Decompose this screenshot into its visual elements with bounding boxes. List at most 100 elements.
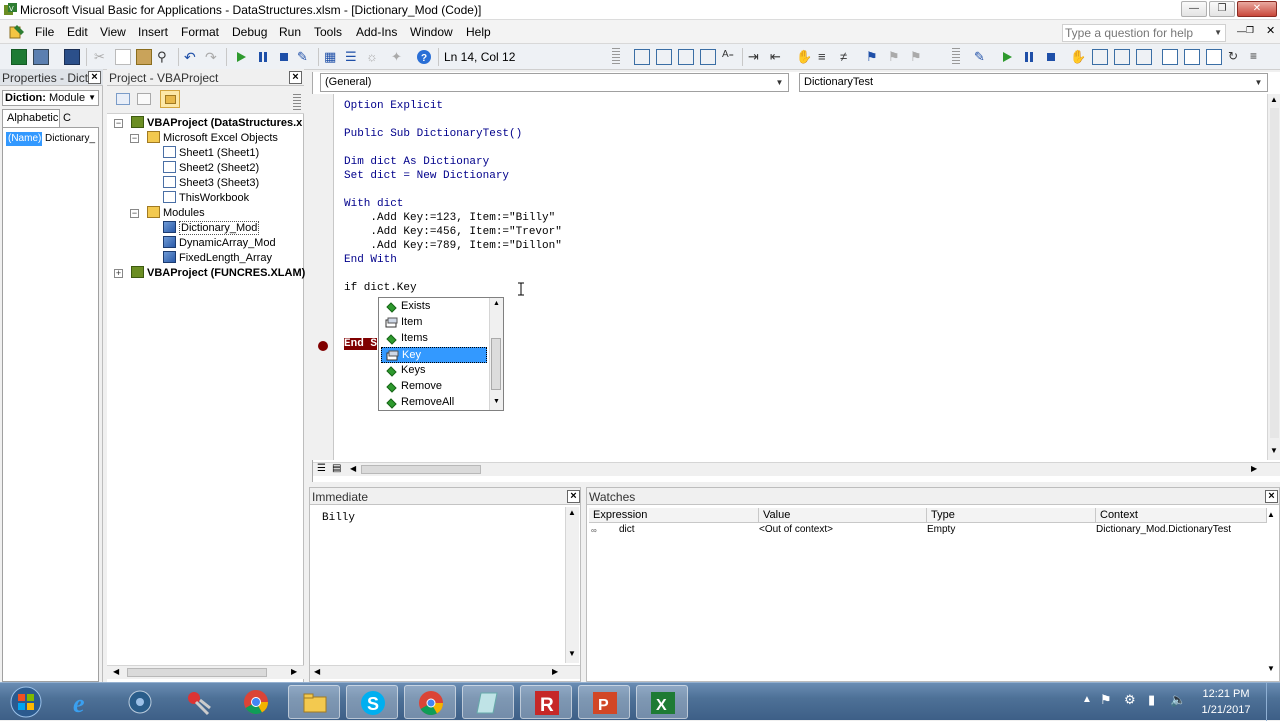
clock-time[interactable]: 12:21 PM	[1196, 688, 1256, 700]
taskbar-powerpoint[interactable]: P	[578, 685, 630, 719]
scroll-down-icon[interactable]: ▼	[568, 649, 576, 658]
autocomplete-item[interactable]: RemoveAll	[381, 395, 487, 411]
quick-watch-icon[interactable]: ↻	[1228, 49, 1244, 65]
insert-userform-icon[interactable]	[33, 49, 49, 65]
scroll-right-icon[interactable]: ▶	[1251, 464, 1257, 473]
toggle-bookmark-icon[interactable]: ⚑	[866, 49, 882, 65]
debug-reset-icon[interactable]	[1043, 49, 1059, 65]
tree-toggle-icon[interactable]: −	[130, 209, 139, 218]
help-icon[interactable]: ?	[416, 49, 432, 65]
tab-categorized[interactable]: C	[60, 111, 72, 127]
parameter-info-icon[interactable]	[700, 49, 716, 65]
toggle-folders-icon[interactable]	[160, 90, 180, 108]
minimize-button[interactable]: —	[1181, 1, 1207, 17]
scroll-up-icon[interactable]: ▲	[1270, 95, 1278, 104]
battery-icon[interactable]: ▮	[1148, 692, 1155, 708]
taskbar-explorer[interactable]	[288, 685, 340, 719]
tab-alphabetic[interactable]: Alphabetic	[2, 109, 60, 127]
properties-object-select[interactable]: Diction: Module ▼	[2, 90, 99, 106]
full-module-view-icon[interactable]: ▤	[332, 463, 341, 474]
tree-item[interactable]: Sheet3 (Sheet3)	[163, 176, 259, 191]
taskbar-app[interactable]	[462, 685, 514, 719]
scroll-left-icon[interactable]: ◀	[350, 464, 356, 473]
volume-icon[interactable]: 🔈	[1170, 692, 1186, 708]
menu-view[interactable]: View	[100, 25, 126, 39]
procedure-combo[interactable]: DictionaryTest ▼	[799, 73, 1268, 92]
immediate-window-icon[interactable]	[1184, 49, 1200, 65]
code-line[interactable]: Set dict = New Dictionary	[344, 170, 509, 182]
autocomplete-item[interactable]: Items	[381, 331, 487, 347]
break-icon[interactable]	[255, 49, 271, 65]
code-horizontal-scrollbar[interactable]: ☰ ▤ ◀ ▶	[313, 462, 1280, 476]
watch-window-icon[interactable]	[1206, 49, 1222, 65]
autocomplete-scroll-thumb[interactable]	[491, 338, 501, 390]
menu-format[interactable]: Format	[181, 25, 219, 39]
code-margin[interactable]	[312, 94, 334, 460]
code-line[interactable]: Option Explicit	[344, 100, 443, 112]
project-explorer-icon[interactable]: ▦	[324, 49, 340, 65]
show-hidden-icons-icon[interactable]: ▲	[1082, 694, 1092, 705]
step-out-icon[interactable]	[1136, 49, 1152, 65]
menu-help[interactable]: Help	[466, 25, 491, 39]
scroll-left-icon[interactable]: ◀	[113, 667, 119, 676]
list-constants-icon[interactable]	[656, 49, 672, 65]
mdi-minimize-button[interactable]: —	[1237, 26, 1246, 36]
column-header-value[interactable]: Value	[759, 508, 927, 523]
menu-insert[interactable]: Insert	[138, 25, 168, 39]
immediate-output[interactable]: Billy	[322, 512, 355, 524]
vba-menu-icon[interactable]	[8, 23, 26, 41]
locals-window-icon[interactable]	[1162, 49, 1178, 65]
menu-edit[interactable]: Edit	[67, 25, 88, 39]
scroll-down-icon[interactable]: ▼	[493, 398, 500, 405]
help-dropdown-icon[interactable]: ▼	[1214, 28, 1222, 37]
undo-icon[interactable]: ↶	[184, 49, 200, 65]
tree-item[interactable]: Sheet2 (Sheet2)	[163, 161, 259, 176]
taskbar-ie[interactable]: e	[58, 685, 110, 719]
breakpoint-code-line[interactable]: End S	[344, 338, 378, 350]
toolbar-grip-2[interactable]	[952, 48, 960, 66]
immediate-horizontal-scrollbar[interactable]: ◀ ▶	[310, 665, 580, 679]
toolbar-grip[interactable]	[612, 48, 620, 66]
menu-file[interactable]: File	[35, 25, 54, 39]
code-line[interactable]: .Add Key:=456, Item:="Trevor"	[344, 226, 561, 238]
property-value-cell[interactable]: Dictionary_	[43, 132, 97, 146]
property-name-cell[interactable]: (Name)	[6, 132, 42, 146]
immediate-close-button[interactable]: ×	[567, 490, 580, 503]
scroll-up-icon[interactable]: ▲	[493, 300, 500, 307]
call-stack-icon[interactable]: ≡	[1250, 49, 1266, 65]
menu-run[interactable]: Run	[279, 25, 301, 39]
step-into-icon[interactable]	[1092, 49, 1108, 65]
run-icon[interactable]	[233, 49, 249, 65]
menu-add-ins[interactable]: Add-Ins	[356, 25, 397, 39]
menu-window[interactable]: Window	[410, 25, 453, 39]
start-button-icon[interactable]	[6, 685, 46, 719]
view-code-icon[interactable]	[116, 93, 130, 105]
debug-run-icon[interactable]	[999, 49, 1015, 65]
scroll-down-icon[interactable]: ▼	[1270, 446, 1278, 455]
tree-item[interactable]: Sheet1 (Sheet1)	[163, 146, 259, 161]
tree-item[interactable]: VBAProject (FUNCRES.XLAM)	[131, 266, 305, 281]
help-search-input[interactable]: Type a question for help ▼	[1062, 24, 1226, 42]
settings-gear-icon[interactable]: ⚙	[1124, 692, 1136, 708]
outdent-icon[interactable]: ⇤	[770, 49, 786, 65]
project-pane-grip[interactable]	[293, 94, 301, 112]
taskbar-r-app[interactable]: R	[520, 685, 572, 719]
mdi-restore-button[interactable]: ❐	[1246, 25, 1254, 36]
save-icon[interactable]	[64, 49, 80, 65]
reset-icon[interactable]	[276, 49, 292, 65]
code-line[interactable]: .Add Key:=789, Item:="Dillon"	[344, 240, 561, 252]
tree-item[interactable]: Dictionary_Mod	[163, 221, 260, 236]
quick-info-icon[interactable]	[678, 49, 694, 65]
autocomplete-scrollbar[interactable]: ▲ ▼	[489, 298, 503, 410]
watches-close-button[interactable]: ×	[1265, 490, 1278, 503]
action-center-flag-icon[interactable]: ⚑	[1100, 692, 1112, 708]
immediate-vertical-scrollbar[interactable]: ▲ ▼	[565, 507, 579, 663]
tree-toggle-icon[interactable]: −	[130, 134, 139, 143]
view-object-icon[interactable]	[137, 93, 151, 105]
code-vertical-scrollbar[interactable]: ▲ ▼	[1267, 94, 1280, 460]
taskbar-snipping[interactable]	[172, 685, 224, 719]
code-line[interactable]: Public Sub DictionaryTest()	[344, 128, 522, 140]
clock-date[interactable]: 1/21/2017	[1196, 704, 1256, 716]
properties-close-button[interactable]: ×	[88, 71, 101, 84]
copy-icon[interactable]	[115, 49, 131, 65]
